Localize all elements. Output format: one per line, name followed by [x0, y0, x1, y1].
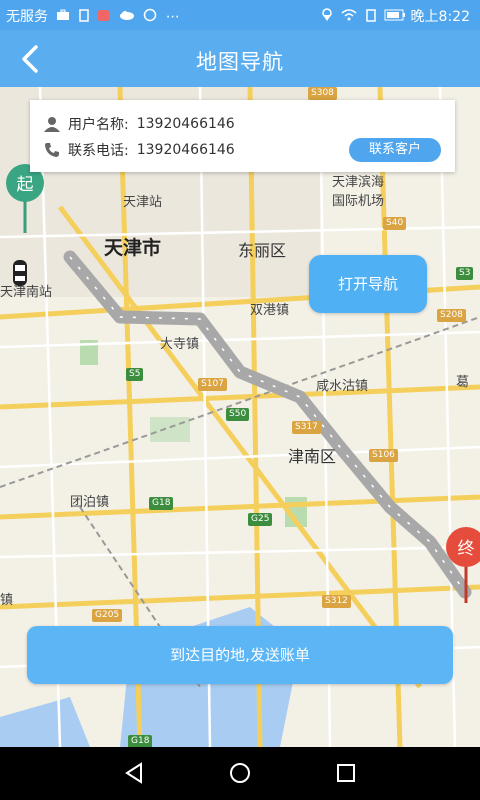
- recents-nav-button[interactable]: [330, 759, 362, 787]
- briefcase-icon: [56, 9, 70, 25]
- app-icon: [97, 9, 110, 26]
- road-tag: S106: [369, 449, 398, 462]
- wifi-icon: [341, 9, 357, 25]
- road-tag: S50: [226, 408, 250, 421]
- road-tag: G18: [128, 735, 153, 747]
- back-nav-button[interactable]: [118, 759, 150, 787]
- phone-value: 13920466146: [136, 142, 235, 158]
- username-label: 用户名称:: [68, 117, 129, 133]
- triangle-back-icon: [125, 762, 142, 784]
- label-tuanbo: 团泊镇: [70, 495, 110, 510]
- label-dasi: 大寺镇: [160, 337, 200, 352]
- system-nav-bar: [0, 747, 480, 800]
- label-ge: 葛: [456, 375, 470, 390]
- road-tag: G18: [149, 497, 174, 510]
- cloud-icon: [119, 9, 135, 25]
- username-row: 用户名称: 13920466146: [42, 114, 235, 134]
- square-recents-icon: [337, 764, 355, 782]
- status-right: 晚上8:22: [317, 6, 470, 26]
- label-airport-2: 国际机场: [332, 194, 385, 209]
- battery-icon: [384, 9, 406, 25]
- label-tianjin-city: 天津市: [104, 237, 162, 259]
- road-tag: S208: [437, 309, 466, 322]
- user-icon: [42, 114, 62, 134]
- road-tag: S317: [292, 421, 321, 434]
- status-bar: 无服务 ⋯ 晚上8:22: [0, 0, 480, 30]
- sim-alert-icon: [365, 8, 376, 26]
- label-xianshuigu: 咸水沽镇: [316, 379, 369, 394]
- label-tianjin-station: 天津站: [123, 195, 163, 210]
- chat-icon: [143, 8, 157, 26]
- info-card: 用户名称: 13920466146 联系电话: 13920466146 联系客户: [30, 100, 455, 172]
- label-jinnan: 津南区: [288, 447, 337, 466]
- road-tag: G205: [92, 609, 123, 622]
- road-tag: G25: [248, 513, 273, 526]
- road-tag: S308: [308, 87, 337, 100]
- page-title: 地图导航: [196, 50, 284, 74]
- home-nav-button[interactable]: [224, 759, 256, 787]
- road-tag: S3: [456, 267, 474, 280]
- end-pin-icon: 终: [446, 527, 480, 603]
- open-navigation-button[interactable]: 打开导航: [309, 255, 427, 313]
- status-left: 无服务 ⋯: [6, 6, 180, 26]
- status-time: 晚上8:22: [410, 9, 470, 25]
- username-value: 13920466146: [136, 116, 235, 132]
- road-tag: S5: [126, 368, 144, 381]
- start-marker-text: 起: [17, 175, 34, 195]
- start-pin-icon: 起: [6, 164, 44, 233]
- road-tag: S40: [383, 217, 407, 230]
- end-marker-text: 终: [458, 539, 475, 559]
- contact-customer-button[interactable]: 联系客户: [349, 138, 441, 162]
- carrier-text: 无服务: [6, 9, 48, 25]
- circle-home-icon: [230, 763, 250, 783]
- phone-icon: [42, 140, 62, 160]
- arrive-send-bill-button[interactable]: 到达目的地,发送账单: [27, 626, 453, 684]
- road-tag: S107: [198, 378, 227, 391]
- road-tag: S312: [322, 595, 351, 608]
- label-airport-1: 天津滨海: [332, 175, 385, 190]
- title-bar: 地图导航: [0, 30, 480, 87]
- label-shuanggang: 双港镇: [250, 303, 290, 318]
- sim-icon: [79, 8, 89, 26]
- label-zhen: 镇: [0, 593, 14, 608]
- more-icon: ⋯: [165, 9, 180, 25]
- label-dongli: 东丽区: [238, 241, 287, 260]
- phone-row: 联系电话: 13920466146: [42, 140, 235, 160]
- location-icon: [321, 8, 333, 26]
- phone-label: 联系电话:: [68, 143, 129, 159]
